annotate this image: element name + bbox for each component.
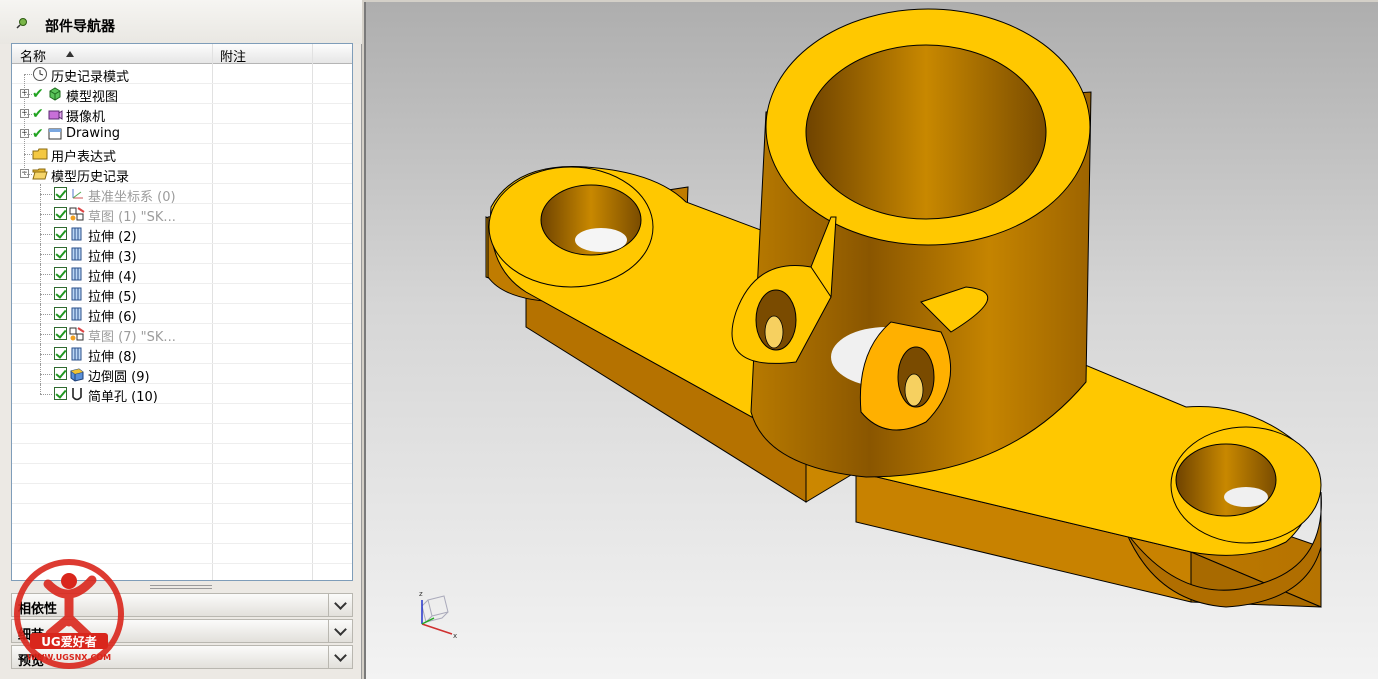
extrude-icon	[69, 286, 85, 302]
watermark-url: WWW.UGSNX.COM	[27, 653, 111, 662]
navigator-header: 部件导航器	[0, 0, 362, 44]
tree-row[interactable]: 拉伸 (8)	[12, 344, 352, 365]
tree-row-label: 草图 (7) "SK...	[88, 330, 176, 345]
tree-row[interactable]: 拉伸 (6)	[12, 304, 352, 325]
folder-open-icon	[32, 166, 48, 182]
triad-x-label: x	[453, 632, 457, 640]
empty-row	[12, 524, 352, 544]
edge-blend-icon	[69, 366, 85, 382]
panel-splitter[interactable]	[150, 585, 212, 589]
tree-row-label: 摄像机	[66, 110, 106, 125]
extrude-icon	[69, 246, 85, 262]
empty-row	[12, 444, 352, 464]
watermark-brand: UG爱好者	[41, 634, 97, 649]
tree-row-label: 拉伸 (6)	[88, 310, 137, 325]
tree-row-label: 模型历史记录	[51, 170, 130, 185]
column-note-header[interactable]: 附注	[220, 46, 246, 65]
tree-row-label: 拉伸 (2)	[88, 230, 137, 245]
feature-checkbox[interactable]	[54, 287, 67, 300]
tree-row-label: 模型视图	[66, 90, 119, 105]
tree-row[interactable]: + ✔ 摄像机	[12, 104, 352, 125]
feature-checkbox[interactable]	[54, 207, 67, 220]
empty-row	[12, 484, 352, 504]
chevron-down-icon[interactable]	[328, 620, 352, 642]
chevron-down-icon[interactable]	[328, 646, 352, 668]
tree-row[interactable]: 历史记录模式	[12, 64, 352, 85]
extrude-icon	[69, 266, 85, 282]
tree-header: 名称 附注	[12, 44, 352, 65]
drawing-icon	[47, 126, 63, 142]
ug-watermark-logo: UG爱好者 WWW.UGSNX.COM	[14, 559, 124, 669]
tree-row[interactable]: 草图 (1) "SK...	[12, 204, 352, 225]
tree-row[interactable]: 简单孔 (10)	[12, 384, 352, 405]
hole-icon	[69, 386, 85, 402]
tree-row[interactable]: 草图 (7) "SK...	[12, 324, 352, 345]
sketch-icon	[69, 326, 85, 342]
feature-checkbox[interactable]	[54, 347, 67, 360]
sort-ascending-icon	[66, 51, 74, 57]
tree-row[interactable]: 边倒圆 (9)	[12, 364, 352, 385]
tree-row-label: 用户表达式	[51, 150, 117, 165]
sketch-icon	[69, 206, 85, 222]
tree-row-label: 历史记录模式	[51, 70, 130, 85]
feature-checkbox[interactable]	[54, 387, 67, 400]
tree-row-label: Drawing	[66, 126, 121, 141]
graphics-viewport[interactable]: z x	[364, 2, 1378, 679]
tree-row-label: 边倒圆 (9)	[88, 370, 150, 385]
folder-icon	[32, 146, 48, 162]
empty-row	[12, 464, 352, 484]
triad-z-label: z	[419, 590, 423, 598]
extrude-icon	[69, 306, 85, 322]
checkmark-icon: ✔	[32, 106, 44, 122]
navigator-title: 部件导航器	[45, 19, 115, 35]
tree-row[interactable]: + ✔ Drawing	[12, 124, 352, 144]
empty-row	[12, 404, 352, 424]
feature-checkbox[interactable]	[54, 327, 67, 340]
tree-row-label: 拉伸 (3)	[88, 250, 137, 265]
feature-checkbox[interactable]	[54, 247, 67, 260]
extrude-icon	[69, 346, 85, 362]
tree-row[interactable]: 基准坐标系 (0)	[12, 184, 352, 205]
tree-row-label: 草图 (1) "SK...	[88, 210, 176, 225]
checkmark-icon: ✔	[32, 86, 44, 102]
tree-row-label: 拉伸 (4)	[88, 270, 137, 285]
model-views-icon	[47, 86, 63, 102]
tree-row-label: 基准坐标系 (0)	[88, 190, 176, 205]
tree-row[interactable]: − 模型历史记录	[12, 164, 352, 185]
chevron-down-icon[interactable]	[328, 594, 352, 616]
camera-icon	[47, 106, 63, 122]
navigator-tree[interactable]: 名称 附注 历史记录模式 + ✔ 模型视图 + ✔ 摄像机 + ✔ Drawing 用户表达式 − 模型…	[11, 43, 353, 581]
feature-checkbox[interactable]	[54, 187, 67, 200]
tree-row[interactable]: 拉伸 (2)	[12, 224, 352, 245]
pin-icon[interactable]	[16, 17, 28, 29]
feature-checkbox[interactable]	[54, 307, 67, 320]
view-triad-icon: z x	[419, 590, 457, 640]
datum-csys-icon	[69, 186, 85, 202]
tree-row[interactable]: 拉伸 (3)	[12, 244, 352, 265]
part-navigator: 部件导航器 名称 附注 历史记录模式 + ✔ 模型视图 + ✔ 摄像机 + ✔ Drawing 用户…	[0, 0, 362, 679]
empty-row	[12, 424, 352, 444]
feature-checkbox[interactable]	[54, 227, 67, 240]
empty-row	[12, 504, 352, 524]
feature-checkbox[interactable]	[54, 267, 67, 280]
tree-row[interactable]: 拉伸 (5)	[12, 284, 352, 305]
checkmark-icon: ✔	[32, 126, 44, 142]
column-name-header[interactable]: 名称	[20, 46, 46, 65]
extrude-icon	[69, 226, 85, 242]
tree-row-label: 拉伸 (5)	[88, 290, 137, 305]
3d-part-model[interactable]	[366, 2, 1378, 679]
clock-icon	[32, 66, 48, 82]
tree-row[interactable]: 拉伸 (4)	[12, 264, 352, 285]
tree-row-label: 拉伸 (8)	[88, 350, 137, 365]
tree-row-label: 简单孔 (10)	[88, 390, 158, 405]
tree-row[interactable]: 用户表达式	[12, 144, 352, 165]
tree-row[interactable]: + ✔ 模型视图	[12, 84, 352, 105]
feature-checkbox[interactable]	[54, 367, 67, 380]
